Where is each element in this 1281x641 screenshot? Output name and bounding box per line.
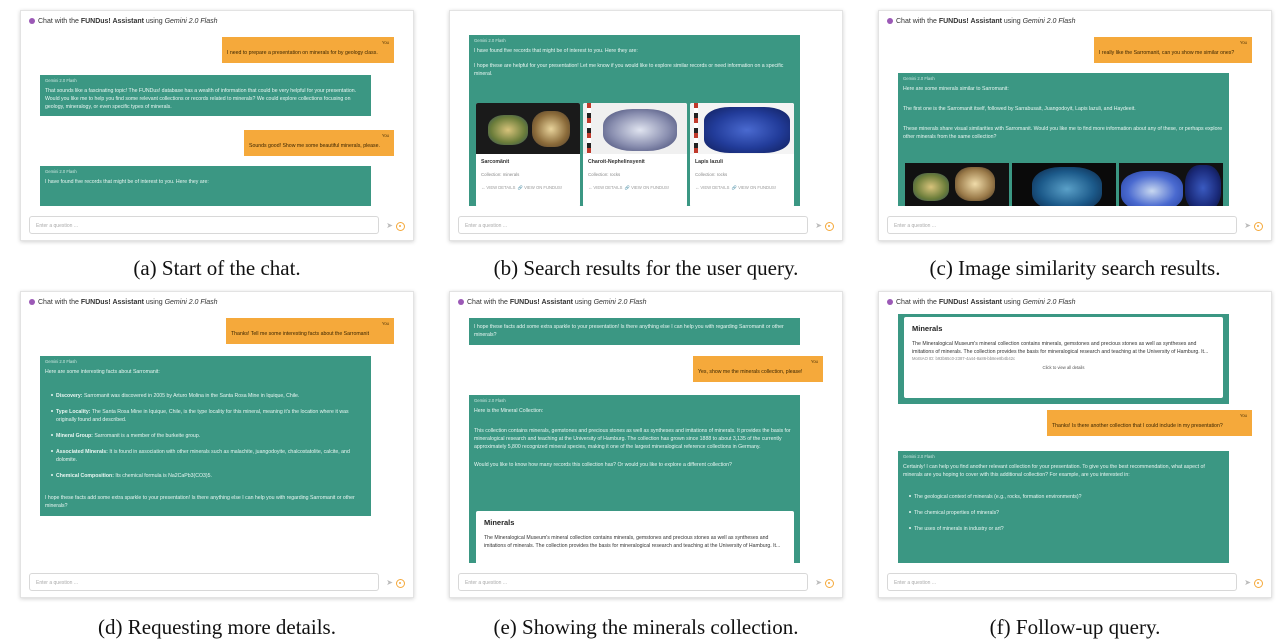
panel-d: Chat with the FUNDus! Assistant using Ge… [20,291,414,598]
settings-icon[interactable] [396,579,405,588]
chat-area[interactable]: Gemini 2.0 Flash I have found five recor… [456,35,836,206]
assistant-message: Gemini 2.0 Flash Certainly! I can help y… [898,451,1229,563]
assistant-message: Gemini 2.0 Flash That sounds like a fasc… [40,75,371,116]
mineral-image [583,103,687,154]
send-icon[interactable]: ➤ [815,578,822,587]
caption-b: (b) Search results for the user query. [493,256,799,280]
view-on-fundus-link[interactable]: 🔗 VIEW ON FUNDUS! [732,185,776,190]
view-details-link[interactable]: ↔ VIEW DETAILS [588,185,622,190]
record-card[interactable]: Lapis lazuli Collection: rocks ↔ VIEW DE… [690,103,794,206]
send-icon[interactable]: ➤ [386,221,393,230]
list-item: The geological context of minerals (e.g.… [909,493,1224,501]
view-on-fundus-link[interactable]: 🔗 VIEW ON FUNDUS! [625,185,669,190]
question-input[interactable]: Enter a question ... [29,573,379,591]
view-all-details-link[interactable]: Click to view all details [912,365,1215,372]
settings-icon[interactable] [825,579,834,588]
chat-header: Chat with the FUNDus! Assistant using Ge… [29,299,218,306]
collection-card[interactable]: Minerals The Mineralogical Museum's mine… [904,317,1223,398]
chat-area[interactable]: You I really like the Sarromanit, can yo… [885,33,1265,206]
assistant-logo-icon [887,299,893,305]
assistant-message: I hope these facts add some extra sparkl… [469,318,800,346]
caption-a: (a) Start of the chat. [133,256,301,280]
chat-header: Chat with the FUNDus! Assistant using Ge… [29,18,218,25]
list-item: Chemical Composition: Its chemical formu… [51,472,366,480]
panel-c: Chat with the FUNDus! Assistant using Ge… [878,10,1272,241]
list-item: Type Locality: The Santa Rosa Mine in Iq… [51,408,366,424]
assistant-logo-icon [29,299,35,305]
caption-c: (c) Image similarity search results. [929,256,1221,280]
question-input[interactable]: Enter a question ... [887,216,1237,234]
chat-area[interactable]: You Thanks! Tell me some interesting fac… [27,314,407,563]
options-list: The geological context of minerals (e.g.… [909,493,1224,533]
assistant-logo-icon [29,18,35,24]
caption-e: (e) Showing the minerals collection. [493,615,799,639]
assistant-logo-icon [458,299,464,305]
user-message: You Thanks! Tell me some interesting fac… [226,318,394,344]
panel-b: Gemini 2.0 Flash I have found five recor… [449,10,843,241]
view-on-fundus-link[interactable]: 🔗 VIEW ON FUNDUS! [518,185,562,190]
view-details-link[interactable]: ↔ VIEW DETAILS [481,185,515,190]
caption-f: (f) Follow-up query. [989,615,1161,639]
assistant-message: Gemini 2.0 Flash Here are some interesti… [40,356,371,517]
facts-list: Discovery: Sarromanit was discovered in … [51,392,366,480]
chat-area[interactable]: You I need to prepare a presentation on … [27,33,407,206]
send-icon[interactable]: ➤ [1244,221,1251,230]
send-icon[interactable]: ➤ [1244,578,1251,587]
send-icon[interactable]: ➤ [815,221,822,230]
question-input[interactable]: Enter a question ... [29,216,379,234]
list-item: Associated Minerals: It is found in asso… [51,448,366,464]
record-card[interactable]: Sarcomãnit Collection: minerals ↔ VIEW D… [476,103,580,206]
mineral-image [690,103,794,154]
settings-icon[interactable] [1254,579,1263,588]
user-message: You Yes, show me the minerals collection… [693,356,823,382]
chat-header: Chat with the FUNDus! Assistant using Ge… [458,299,647,306]
user-message: You Thanks! Is there another collection … [1047,410,1252,436]
user-message: You Sounds good! Show me some beautiful … [244,130,394,156]
chat-area[interactable]: I hope these facts add some extra sparkl… [456,314,836,563]
question-input[interactable]: Enter a question ... [458,216,808,234]
settings-icon[interactable] [396,222,405,231]
panel-f: Chat with the FUNDus! Assistant using Ge… [878,291,1272,598]
view-details-link[interactable]: ↔ VIEW DETAILS [695,185,729,190]
user-message: You I need to prepare a presentation on … [222,37,394,63]
question-input[interactable]: Enter a question ... [887,573,1237,591]
record-card[interactable]: Charoit-Nephelinsyenit Collection: rocks… [583,103,687,206]
chat-area[interactable]: Minerals The Mineralogical Museum's mine… [885,314,1265,563]
list-item: Discovery: Sarromanit was discovered in … [51,392,366,400]
assistant-logo-icon [887,18,893,24]
chat-header: Chat with the FUNDus! Assistant using Ge… [887,299,1076,306]
settings-icon[interactable] [825,222,834,231]
question-input[interactable]: Enter a question ... [458,573,808,591]
assistant-message: Gemini 2.0 Flash I have found five recor… [40,166,371,206]
panel-a: Chat with the FUNDus! Assistant using Ge… [20,10,414,241]
settings-icon[interactable] [1254,222,1263,231]
mineral-image [476,103,580,154]
similar-image[interactable] [1012,163,1116,206]
chat-header: Chat with the FUNDus! Assistant using Ge… [887,18,1076,25]
similar-image[interactable] [905,163,1009,206]
list-item: Mineral Group: Sarromanit is a member of… [51,432,366,440]
send-icon[interactable]: ➤ [386,578,393,587]
list-item: The chemical properties of minerals? [909,509,1224,517]
user-message: You I really like the Sarromanit, can yo… [1094,37,1252,63]
panel-e: Chat with the FUNDus! Assistant using Ge… [449,291,843,598]
collection-card[interactable]: Minerals The Mineralogical Museum's mine… [476,511,794,563]
similar-image[interactable] [1119,163,1223,206]
list-item: The uses of minerals in industry or art? [909,525,1224,533]
caption-d: (d) Requesting more details. [98,615,336,639]
